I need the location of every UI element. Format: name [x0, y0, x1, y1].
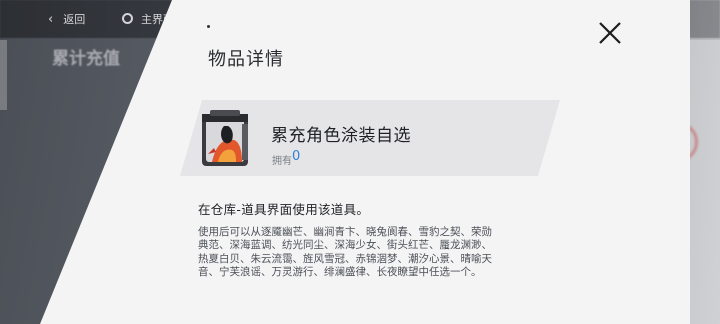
back-label: 返回	[63, 13, 86, 26]
close-button[interactable]	[597, 20, 623, 46]
home-ring-icon	[122, 13, 133, 24]
background-side-tab	[0, 40, 7, 110]
owned-count: 0	[292, 149, 301, 164]
close-icon	[599, 22, 621, 44]
item-coating-box-icon	[198, 108, 256, 170]
usage-heading: 在仓库-道具界面使用该道具。	[198, 202, 370, 217]
modal-title: 物品详情	[208, 49, 284, 70]
item-description: 使用后可以从逐魇幽芒、幽涧青卞、晓兔阆春、雪豹之契、荣勋典范、深海蓝调、纺光同尘…	[198, 226, 492, 279]
back-chevron-icon: ‹	[48, 12, 54, 27]
background-page-title: 累计充值	[52, 49, 120, 69]
item-name: 累充角色涂装自选	[271, 126, 411, 146]
background-back-button: ‹ 返回	[48, 11, 85, 27]
owned-label: 拥有	[272, 156, 292, 167]
decorative-dot	[207, 25, 210, 28]
